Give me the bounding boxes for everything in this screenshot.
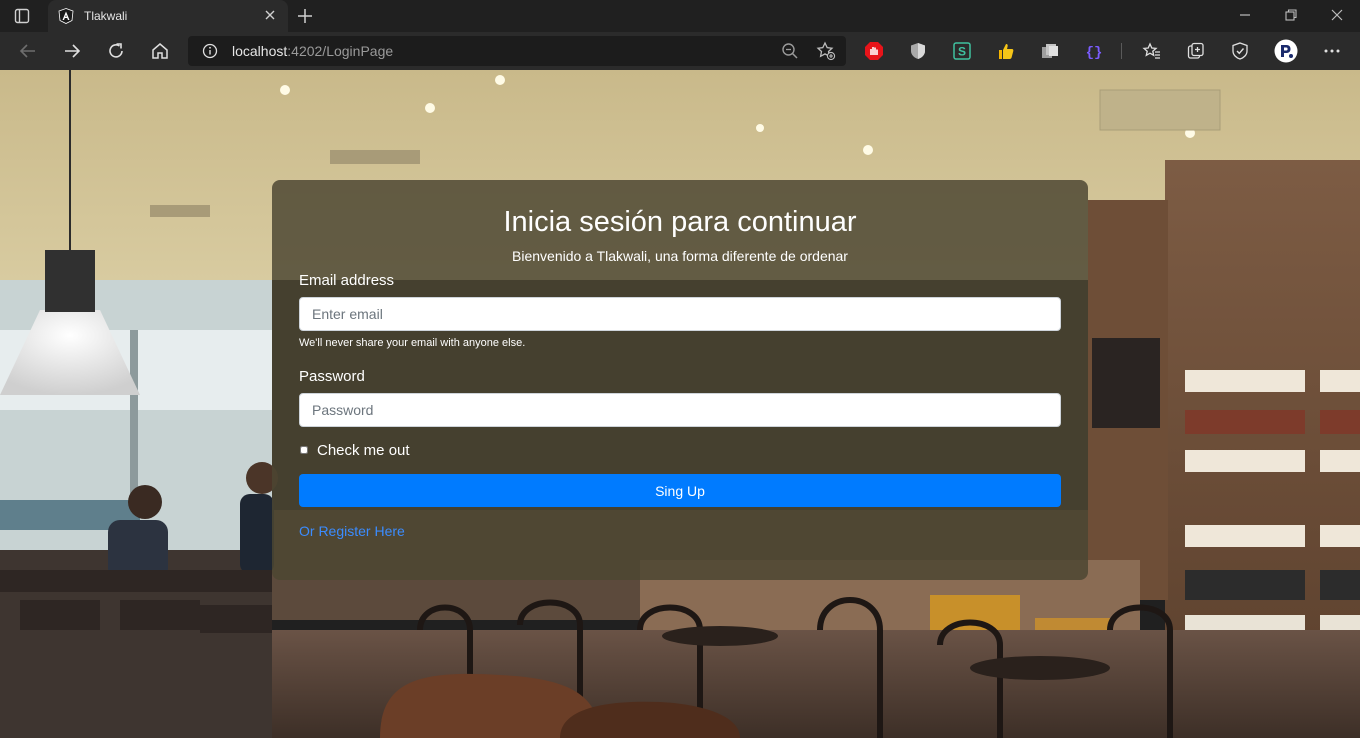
angular-icon [58, 8, 74, 24]
email-label: Email address [299, 272, 395, 289]
collections-icon[interactable] [1186, 41, 1206, 61]
toolbar-separator [1121, 43, 1122, 59]
svg-text:{}: {} [1086, 45, 1103, 61]
add-favorite-icon[interactable] [816, 41, 836, 61]
tab-actions-icon[interactable] [14, 8, 30, 24]
refresh-icon[interactable] [106, 41, 126, 61]
sign-up-button[interactable]: Sing Up [299, 474, 1061, 507]
url-text[interactable]: localhost:4202/LoginPage [232, 43, 393, 59]
browser-essentials-icon[interactable] [1230, 41, 1250, 61]
svg-text:S: S [958, 45, 966, 59]
page-viewport: Inicia sesión para continuar Bienvenido … [0, 70, 1360, 738]
new-tab-icon[interactable] [296, 7, 314, 25]
tab-title: Tlakwali [84, 9, 128, 23]
favorites-icon[interactable] [1142, 41, 1162, 61]
url-path: :4202/LoginPage [287, 43, 394, 59]
password-label: Password [299, 368, 365, 385]
s-extension-icon[interactable]: S [952, 41, 972, 61]
page-title: Inicia sesión para continuar [503, 206, 857, 238]
restore-icon[interactable] [1284, 8, 1298, 22]
email-field[interactable] [299, 297, 1061, 331]
forward-icon[interactable] [62, 41, 82, 61]
browser-tab-active[interactable]: Tlakwali [48, 0, 288, 32]
login-card: Inicia sesión para continuar Bienvenido … [272, 180, 1088, 580]
remember-checkbox[interactable] [300, 446, 308, 454]
collections-stack-icon[interactable] [1040, 41, 1060, 61]
browser-title-bar: Tlakwali [0, 0, 1360, 32]
shield-icon[interactable] [908, 41, 928, 61]
address-bar[interactable]: localhost:4202/LoginPage [188, 36, 846, 66]
browser-toolbar: localhost:4202/LoginPage S {} [0, 32, 1360, 70]
remember-label[interactable]: Check me out [317, 442, 410, 459]
thumbs-up-icon[interactable] [996, 41, 1016, 61]
url-host: localhost [232, 43, 288, 59]
adblock-icon[interactable] [864, 41, 884, 61]
zoom-icon[interactable] [780, 41, 800, 61]
close-tab-icon[interactable] [264, 9, 276, 21]
close-window-icon[interactable] [1330, 8, 1344, 22]
register-link[interactable]: Or Register Here [299, 523, 405, 539]
page-subtitle: Bienvenido a Tlakwali, una forma diferen… [512, 248, 848, 264]
email-help-text: We'll never share your email with anyone… [299, 337, 526, 349]
back-icon[interactable] [18, 41, 38, 61]
more-menu-icon[interactable] [1322, 41, 1342, 61]
home-icon[interactable] [150, 41, 170, 61]
site-info-icon[interactable] [202, 43, 218, 59]
profile-avatar[interactable] [1274, 39, 1298, 63]
json-viewer-icon[interactable]: {} [1084, 41, 1104, 61]
minimize-icon[interactable] [1238, 8, 1252, 22]
password-field[interactable] [299, 393, 1061, 427]
